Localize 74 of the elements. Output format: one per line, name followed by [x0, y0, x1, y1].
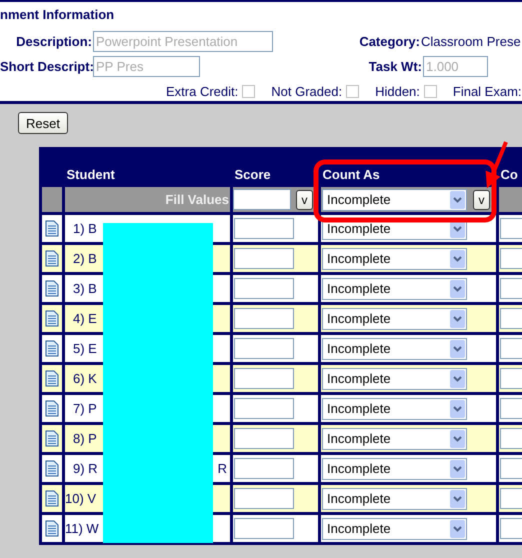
dropdown-caret-icon[interactable] — [450, 340, 465, 358]
score-field[interactable] — [234, 278, 294, 299]
fill-values-label: Fill Values — [164, 192, 230, 207]
student-name: 5) E — [72, 340, 97, 356]
document-icon[interactable] — [45, 370, 59, 387]
student-name: 4) E — [72, 310, 97, 326]
student-name: 9) R — [72, 460, 98, 476]
dropdown-caret-icon[interactable] — [450, 310, 465, 328]
document-icon[interactable] — [45, 520, 59, 537]
dropdown-caret-icon[interactable] — [450, 460, 465, 478]
checkbox[interactable] — [424, 84, 437, 98]
field-label: Category: — [358, 34, 421, 49]
category-value: Classroom Prese — [421, 34, 521, 49]
dropdown-caret-icon[interactable] — [450, 490, 465, 508]
field-label: Short Descript: — [0, 59, 93, 74]
count-as-dropdown[interactable]: Incomplete — [322, 458, 467, 480]
count-as-dropdown[interactable]: Incomplete — [322, 488, 467, 510]
document-icon[interactable] — [45, 310, 59, 327]
checkbox[interactable] — [242, 84, 256, 98]
field-label: Task Wt: — [368, 59, 423, 74]
document-icon[interactable] — [45, 400, 59, 417]
student-name: 6) K — [72, 370, 97, 386]
document-icon[interactable] — [45, 490, 59, 507]
score-field[interactable] — [234, 248, 294, 269]
count-as-fill-dropdown[interactable]: Incomplete — [322, 188, 467, 210]
student-name: R — [218, 461, 227, 476]
document-icon[interactable] — [45, 340, 59, 357]
dropdown-caret-icon[interactable] — [450, 430, 465, 448]
document-icon[interactable] — [45, 220, 59, 237]
checkbox-label: Extra Credit: — [166, 84, 238, 98]
score-field[interactable] — [234, 458, 294, 479]
checkbox[interactable] — [346, 84, 360, 98]
checkbox-label: Not Graded: — [271, 84, 342, 98]
student-name: 2) B — [72, 250, 97, 266]
score-field[interactable] — [234, 308, 294, 329]
count-as-dropdown[interactable]: Incomplete — [322, 338, 467, 360]
dropdown-caret-icon[interactable] — [450, 190, 465, 208]
student-name: 1) B — [72, 220, 97, 236]
document-icon[interactable] — [45, 280, 59, 297]
score-field[interactable] — [234, 398, 294, 419]
student-name: 3) B — [72, 280, 97, 296]
checkbox-label: Final Exam: — [452, 84, 522, 98]
score-field[interactable] — [234, 518, 294, 539]
reset-button[interactable]: Reset — [18, 112, 68, 134]
dropdown-caret-icon[interactable] — [450, 250, 465, 268]
section-title: nment Information — [0, 7, 116, 24]
score-field[interactable] — [234, 488, 294, 509]
count-as-dropdown[interactable]: Incomplete — [322, 278, 467, 300]
field-label: Description: — [15, 34, 93, 49]
count-as-dropdown[interactable]: Incomplete — [322, 428, 467, 450]
checkbox-label: Hidden: — [375, 84, 420, 98]
fill-score-button[interactable]: v — [296, 190, 313, 210]
score-field[interactable] — [234, 338, 294, 359]
dropdown-caret-icon[interactable] — [450, 400, 465, 418]
dropdown-caret-icon[interactable] — [450, 520, 465, 538]
count-as-dropdown[interactable]: Incomplete — [322, 308, 467, 330]
document-icon[interactable] — [45, 460, 59, 477]
score-field[interactable] — [234, 428, 294, 449]
student-name: 7) P — [72, 400, 97, 416]
dropdown-caret-icon[interactable] — [450, 370, 465, 388]
document-icon[interactable] — [45, 250, 59, 267]
count-as-dropdown[interactable]: Incomplete — [322, 518, 467, 540]
dropdown-caret-icon[interactable] — [450, 280, 465, 298]
score-field[interactable] — [234, 218, 294, 239]
score-fill-field[interactable] — [233, 189, 291, 210]
student-name: 11) W — [65, 520, 99, 536]
fill-count-as-button[interactable]: v — [473, 190, 490, 210]
student-name: 8) P — [72, 430, 97, 446]
score-field[interactable] — [234, 368, 294, 389]
document-icon[interactable] — [45, 430, 59, 447]
count-as-dropdown[interactable]: Incomplete — [322, 248, 467, 270]
count-as-dropdown[interactable]: Incomplete — [322, 398, 467, 420]
student-name: 10) V — [65, 490, 96, 506]
count-as-dropdown[interactable]: Incomplete — [322, 368, 467, 390]
